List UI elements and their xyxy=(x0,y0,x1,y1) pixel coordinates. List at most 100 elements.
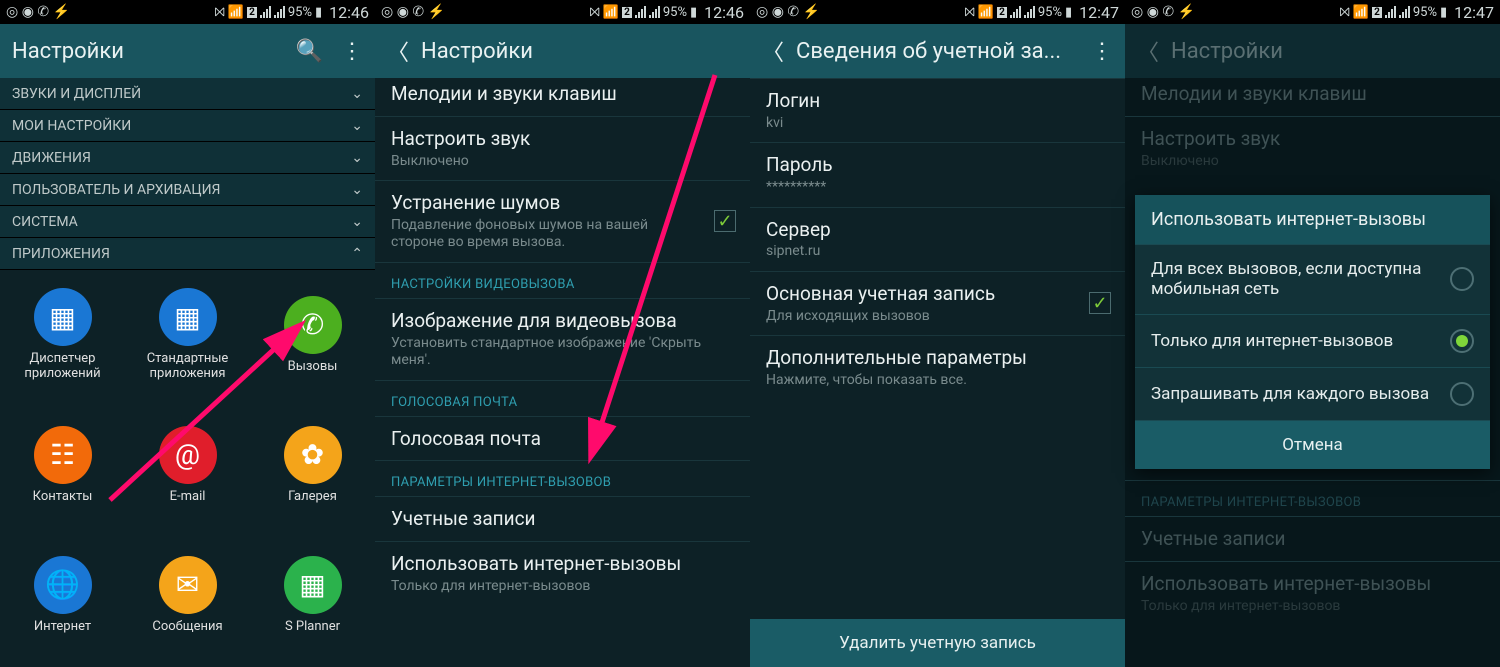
status-left-icons: ◎ ◉ ✆ ⚡ xyxy=(6,4,70,20)
app-icon: ▦ xyxy=(159,288,217,346)
app-label: E-mail xyxy=(170,490,206,505)
row-subtitle: Только для интернет-вызовов xyxy=(1141,598,1484,616)
row-title: Пароль xyxy=(766,153,1109,177)
page-title: Настройки xyxy=(421,39,738,64)
page-title: Настройки xyxy=(12,39,278,64)
list-item[interactable]: Дополнительные параметрыНажмите, чтобы п… xyxy=(750,335,1125,399)
status-left-icons: ◎ ◉ ✆ ⚡ xyxy=(381,4,445,20)
category-row[interactable]: ПРИЛОЖЕНИЯ ⌃ xyxy=(0,238,375,270)
checkbox-checked-icon[interactable]: ✓ xyxy=(714,210,736,232)
overflow-icon[interactable]: ⋮ xyxy=(341,39,363,64)
category-label: ЗВУКИ И ДИСПЛЕЙ xyxy=(12,86,141,102)
option-label: Только для интернет-вызовов xyxy=(1151,331,1450,351)
page-title: Настройки xyxy=(1171,39,1488,64)
app-item[interactable]: ▦Стандартные приложения xyxy=(125,270,250,400)
app-item[interactable]: ✆Вызовы xyxy=(250,270,375,400)
battery-icon: ▮ xyxy=(1440,5,1447,20)
app-icon: ✿ xyxy=(284,426,342,484)
radio-selected-icon[interactable] xyxy=(1450,329,1474,353)
row-title: Использовать интернет-вызовы xyxy=(1141,572,1484,596)
signal-icon xyxy=(1385,6,1396,18)
dialog-option[interactable]: Запрашивать для каждого вызова xyxy=(1135,367,1490,420)
dialog-option[interactable]: Только для интернет-вызовов xyxy=(1135,314,1490,367)
chevron-up-icon: ⌃ xyxy=(351,246,363,262)
list-item[interactable]: Мелодии и звуки клавиш xyxy=(375,78,750,116)
category-label: ДВИЖЕНИЯ xyxy=(12,150,91,166)
list-item[interactable]: Логинkvi xyxy=(750,78,1125,142)
status-bar: ◎ ◉ ✆ ⚡ ⨝ 📶 2 95% ▮ 12:47 xyxy=(750,0,1125,24)
bluetooth-icon: ⨝ xyxy=(964,5,975,20)
app-item[interactable]: ✿Галерея xyxy=(250,400,375,530)
list-item[interactable]: Изображение для видеовызова Установить с… xyxy=(375,298,750,380)
chevron-down-icon: ⌄ xyxy=(351,182,363,198)
row-title: Логин xyxy=(766,89,1109,113)
signal-icon-2 xyxy=(1024,6,1035,18)
category-row[interactable]: ЗВУКИ И ДИСПЛЕЙ⌄ xyxy=(0,78,375,110)
list-item[interactable]: Пароль********** xyxy=(750,142,1125,206)
list-item[interactable]: Голосовая почта xyxy=(375,416,750,461)
clock: 12:46 xyxy=(704,3,744,22)
checkbox-checked-icon[interactable]: ✓ xyxy=(1089,292,1111,314)
cancel-button[interactable]: Отмена xyxy=(1135,420,1490,469)
app-icon: ☷ xyxy=(34,426,92,484)
app-item[interactable]: @E-mail xyxy=(125,400,250,530)
category-label: ПОЛЬЗОВАТЕЛЬ И АРХИВАЦИЯ xyxy=(12,182,220,198)
screen-settings-main: ◎ ◉ ✆ ⚡ ⨝ 📶 2 95% ▮ 12:46 Настройки 🔍 ⋮ … xyxy=(0,0,375,667)
wifi-icon: 📶 xyxy=(603,5,619,20)
list-item-checkbox[interactable]: Основная учетная записьДля исходящих выз… xyxy=(750,271,1125,335)
category-row[interactable]: ПОЛЬЗОВАТЕЛЬ И АРХИВАЦИЯ ⌄ xyxy=(0,174,375,206)
dialog-option[interactable]: Для всех вызовов, если доступна мобильна… xyxy=(1135,244,1490,314)
bluetooth-icon: ⨝ xyxy=(589,5,600,20)
bluetooth-icon: ⨝ xyxy=(214,5,225,20)
category-label: ПРИЛОЖЕНИЯ xyxy=(12,246,110,262)
row-subtitle: Выключено xyxy=(1141,153,1484,171)
list-item[interactable]: Настроить звук Выключено xyxy=(375,116,750,180)
row-title: Сервер xyxy=(766,218,1109,242)
clock: 12:47 xyxy=(1454,3,1494,22)
app-item[interactable]: ☷Контакты xyxy=(0,400,125,530)
section-header: ПАРАМЕТРЫ ИНТЕРНЕТ-ВЫЗОВОВ xyxy=(1125,480,1500,516)
list-item[interactable]: Использовать интернет-вызовы Только для … xyxy=(375,541,750,605)
app-icon: ✉ xyxy=(159,556,217,614)
wifi-icon: 📶 xyxy=(228,5,244,20)
row-title: Мелодии и звуки клавиш xyxy=(1141,82,1484,106)
signal-icon-2 xyxy=(649,6,660,18)
list-item[interactable]: Учетные записи xyxy=(375,496,750,541)
radio-icon[interactable] xyxy=(1450,382,1474,406)
battery-pct: 95% xyxy=(288,5,312,20)
app-item[interactable]: ▦Диспетчер приложений xyxy=(0,270,125,400)
list-item[interactable]: Серверsipnet.ru xyxy=(750,207,1125,271)
wifi-icon: 📶 xyxy=(978,5,994,20)
app-item[interactable]: ▦S Planner xyxy=(250,530,375,660)
app-icon: ✆ xyxy=(284,296,342,354)
row-subtitle: Для исходящих вызовов xyxy=(766,308,1109,326)
back-icon: 〈 xyxy=(1137,35,1159,67)
app-item[interactable]: 🌐Интернет xyxy=(0,530,125,660)
overflow-icon[interactable]: ⋮ xyxy=(1091,39,1113,64)
row-title: Учетные записи xyxy=(1141,527,1484,551)
delete-label: Удалить учетную запись xyxy=(839,633,1036,653)
row-subtitle: Выключено xyxy=(391,153,734,171)
delete-account-button[interactable]: Удалить учетную запись xyxy=(750,619,1125,667)
list-item-checkbox[interactable]: Устранение шумов Подавление фоновых шумо… xyxy=(375,180,750,262)
signal-icon xyxy=(1010,6,1021,18)
back-icon[interactable]: 〈 xyxy=(762,35,784,67)
radio-icon[interactable] xyxy=(1450,267,1474,291)
battery-icon: ▮ xyxy=(1065,5,1072,20)
row-title: Дополнительные параметры xyxy=(766,346,1109,370)
row-subtitle: Только для интернет-вызовов xyxy=(391,578,734,596)
cancel-label: Отмена xyxy=(1282,435,1343,455)
category-row[interactable]: СИСТЕМА⌄ xyxy=(0,206,375,238)
status-right: ⨝ 📶 2 95% ▮ 12:46 xyxy=(589,3,744,22)
back-icon[interactable]: 〈 xyxy=(387,35,409,67)
category-row[interactable]: ДВИЖЕНИЯ⌄ xyxy=(0,142,375,174)
section-header: НАСТРОЙКИ ВИДЕОВЫЗОВА xyxy=(375,262,750,298)
category-row[interactable]: МОИ НАСТРОЙКИ⌄ xyxy=(0,110,375,142)
app-item[interactable]: ✉Сообщения xyxy=(125,530,250,660)
search-icon[interactable]: 🔍 xyxy=(296,39,323,64)
app-icon: 🌐 xyxy=(34,556,92,614)
screen-dialog: ◎ ◉ ✆ ⚡ ⨝ 📶 2 95% ▮ 12:47 〈 Настройки Ме… xyxy=(1125,0,1500,667)
row-subtitle: Подавление фоновых шумов на вашей сторон… xyxy=(391,217,734,252)
row-title: Настроить звук xyxy=(1141,127,1484,151)
status-right: ⨝ 📶 2 95% ▮ 12:46 xyxy=(214,3,369,22)
